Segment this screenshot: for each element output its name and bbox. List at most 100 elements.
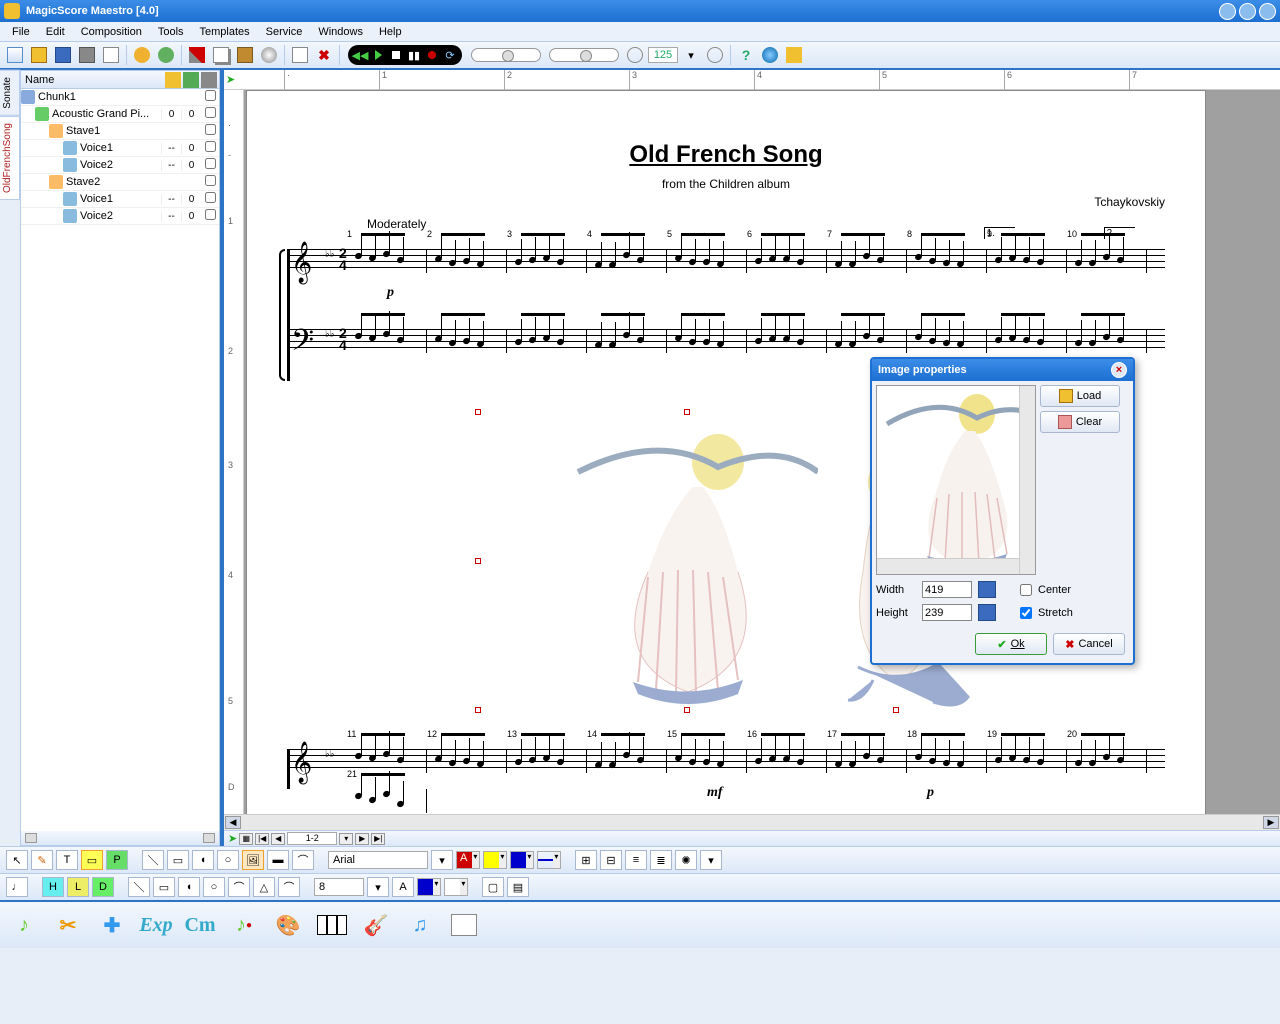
- first-page-button[interactable]: |◀: [255, 833, 269, 845]
- ok-button[interactable]: ✔ Ok: [975, 633, 1047, 655]
- record-button[interactable]: [424, 47, 440, 63]
- tempo-dropdown[interactable]: ▾: [680, 44, 702, 66]
- find-button[interactable]: [258, 44, 280, 66]
- expression-icon[interactable]: Exp: [140, 909, 172, 941]
- tempo-field[interactable]: [648, 47, 678, 63]
- zoom-out-button[interactable]: [624, 44, 646, 66]
- sidetab-sonate[interactable]: Sonate: [0, 70, 20, 116]
- menu-windows[interactable]: Windows: [310, 24, 371, 40]
- properties-button[interactable]: [289, 44, 311, 66]
- close-button[interactable]: [1259, 3, 1276, 20]
- dialog-close-button[interactable]: ×: [1111, 362, 1127, 378]
- triangle-tool[interactable]: △: [253, 877, 275, 897]
- clear-button[interactable]: Clear: [1040, 411, 1120, 433]
- piano-icon[interactable]: [316, 909, 348, 941]
- loop-button[interactable]: ⟳: [442, 47, 458, 63]
- tree-row[interactable]: Stave2: [21, 174, 219, 191]
- tree-row[interactable]: Chunk1: [21, 89, 219, 106]
- rect2-tool[interactable]: ▭: [153, 877, 175, 897]
- embedded-image[interactable]: [477, 411, 897, 711]
- reload-icon[interactable]: [183, 72, 199, 88]
- fontsize-select[interactable]: [314, 878, 364, 896]
- settings-icon[interactable]: [201, 72, 217, 88]
- structure-scrollbar[interactable]: [21, 831, 219, 845]
- font-color-button[interactable]: A▾: [456, 851, 480, 869]
- sidetab-oldfrenchsong[interactable]: OldFrenchSong: [0, 116, 20, 200]
- ellipse-tool[interactable]: ○: [217, 850, 239, 870]
- add-icon[interactable]: ✚: [96, 909, 128, 941]
- dialog-titlebar[interactable]: Image properties ×: [872, 359, 1133, 381]
- fontsize-dropdown[interactable]: ▾: [367, 877, 389, 897]
- height-field[interactable]: [922, 604, 972, 621]
- fill-color-button[interactable]: ▾: [417, 878, 441, 896]
- tree-row[interactable]: Voice1--0: [21, 140, 219, 157]
- undo-button[interactable]: [131, 44, 153, 66]
- record-icon[interactable]: ♪●: [228, 909, 260, 941]
- menu-edit[interactable]: Edit: [38, 24, 73, 40]
- menu-composition[interactable]: Composition: [73, 24, 150, 40]
- delete-button[interactable]: ✖: [313, 44, 335, 66]
- height-calc-button[interactable]: [978, 604, 996, 621]
- cut-button[interactable]: [186, 44, 208, 66]
- lock-icon[interactable]: [165, 72, 181, 88]
- weight-button[interactable]: ▾: [444, 878, 468, 896]
- paste-button[interactable]: [234, 44, 256, 66]
- group-button[interactable]: ⊞: [575, 850, 597, 870]
- pen-tool[interactable]: ✎: [31, 850, 53, 870]
- symbol-button[interactable]: ✺: [675, 850, 697, 870]
- symbol-dropdown[interactable]: ▾: [700, 850, 722, 870]
- next-page-button[interactable]: ▶: [355, 833, 369, 845]
- tree-row[interactable]: Voice2--0: [21, 208, 219, 225]
- play-button[interactable]: [370, 47, 386, 63]
- char-button[interactable]: A: [392, 877, 414, 897]
- redo-button[interactable]: [155, 44, 177, 66]
- scroll-right-button[interactable]: [203, 833, 215, 843]
- tree-row[interactable]: Acoustic Grand Pi...00: [21, 106, 219, 123]
- curve2-tool[interactable]: ⌒: [278, 877, 300, 897]
- highlight-cyan[interactable]: H: [42, 877, 64, 897]
- scissors-icon[interactable]: ✂: [52, 909, 84, 941]
- curve-tool[interactable]: ⌒: [292, 850, 314, 870]
- help-button[interactable]: ?: [735, 44, 757, 66]
- maximize-button[interactable]: [1239, 3, 1256, 20]
- minimize-button[interactable]: [1219, 3, 1236, 20]
- cancel-button[interactable]: ✖ Cancel: [1053, 633, 1125, 655]
- guitar-icon[interactable]: 🎸: [360, 909, 392, 941]
- line-style-button[interactable]: ▾: [537, 851, 561, 869]
- arc-tool[interactable]: ⌒: [228, 877, 250, 897]
- stretch-checkbox[interactable]: [1020, 607, 1032, 619]
- tree-row[interactable]: Stave1: [21, 123, 219, 140]
- load-button[interactable]: Load: [1040, 385, 1120, 407]
- stop-button[interactable]: [388, 47, 404, 63]
- mixer-icon[interactable]: ♫: [404, 909, 436, 941]
- rewind-button[interactable]: ◀◀: [352, 47, 368, 63]
- note-entry-icon[interactable]: ♪: [8, 909, 40, 941]
- menu-templates[interactable]: Templates: [192, 24, 258, 40]
- highlight-yellow[interactable]: L: [67, 877, 89, 897]
- preview-hscroll[interactable]: [877, 558, 1019, 574]
- page-field[interactable]: 1-2: [287, 832, 337, 845]
- page-layout-button[interactable]: ▤: [507, 877, 529, 897]
- roundrect-tool[interactable]: ◖: [192, 850, 214, 870]
- menu-tools[interactable]: Tools: [150, 24, 192, 40]
- align-center-button[interactable]: ≣: [650, 850, 672, 870]
- new-button[interactable]: [4, 44, 26, 66]
- align-left-button[interactable]: ≡: [625, 850, 647, 870]
- horizontal-scrollbar[interactable]: ◀ ▶: [224, 814, 1280, 830]
- palette-icon[interactable]: 🎨: [272, 909, 304, 941]
- rect-tool[interactable]: ▭: [167, 850, 189, 870]
- tree-row[interactable]: Voice1--0: [21, 191, 219, 208]
- width-calc-button[interactable]: [978, 581, 996, 598]
- page-dropdown[interactable]: ▾: [339, 833, 353, 845]
- menu-file[interactable]: File: [4, 24, 38, 40]
- roundrect2-tool[interactable]: ◖: [178, 877, 200, 897]
- pointer-tool[interactable]: ↖: [6, 850, 28, 870]
- scroll-right-arrow[interactable]: ▶: [1263, 816, 1279, 829]
- tree-row[interactable]: Voice2--0: [21, 157, 219, 174]
- last-page-button[interactable]: ▶|: [371, 833, 385, 845]
- layout-mode-icon[interactable]: [448, 909, 480, 941]
- fit-button[interactable]: ▢: [482, 877, 504, 897]
- prev-page-button[interactable]: ◀: [271, 833, 285, 845]
- open-button[interactable]: [28, 44, 50, 66]
- text-tool[interactable]: T: [56, 850, 78, 870]
